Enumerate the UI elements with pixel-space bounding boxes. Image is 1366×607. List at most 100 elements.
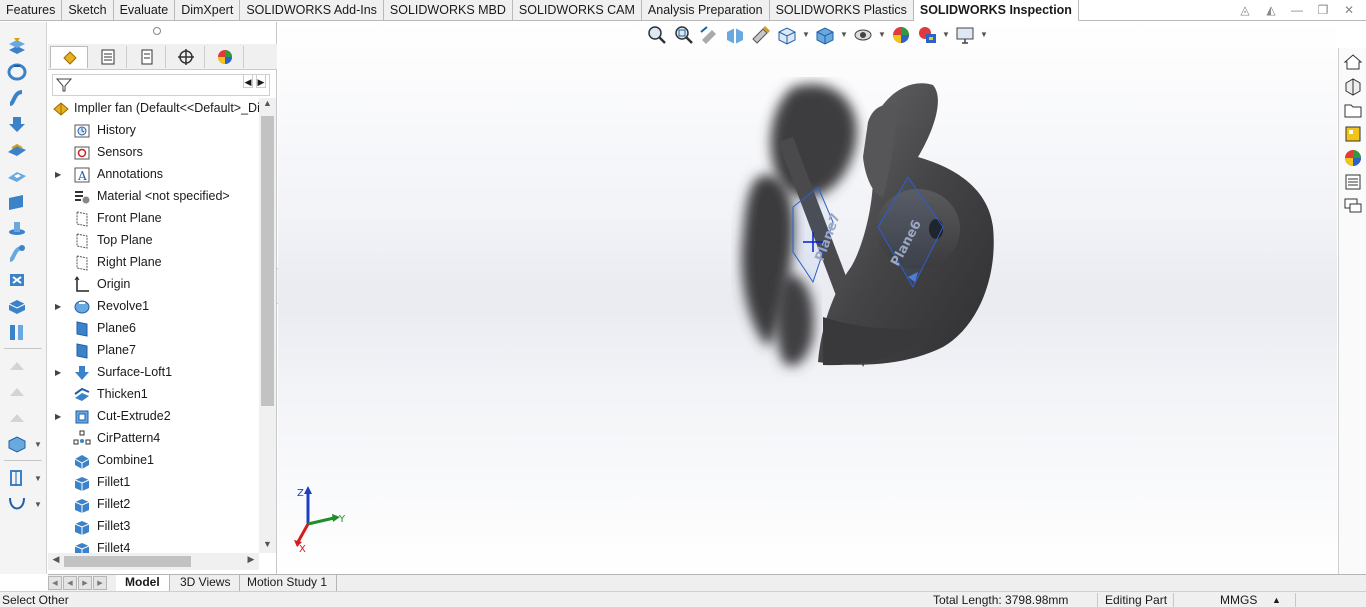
tree-item-surface-loft1[interactable]: ▶ Surface-Loft1 [48, 362, 259, 384]
previous-view-icon[interactable] [698, 24, 720, 46]
tab-solidworks-add-ins[interactable]: SOLIDWORKS Add-Ins [240, 0, 384, 21]
appearances-scenes-icon[interactable] [1343, 148, 1363, 168]
scroll-down-icon[interactable]: ▼ [259, 539, 276, 553]
shell-icon[interactable] [6, 434, 28, 454]
tab-dimxpert-manager[interactable] [167, 46, 205, 68]
scroll-thumb[interactable] [261, 116, 274, 406]
extruded-cut-icon[interactable] [6, 166, 28, 186]
tree-vertical-scrollbar[interactable]: ▲ ▼ [259, 98, 276, 553]
design-library-icon[interactable] [1343, 76, 1363, 96]
hide-show-dropdown-icon[interactable]: ▼ [878, 24, 886, 46]
unit-system[interactable]: MMGS [1220, 593, 1257, 607]
restore-left-icon[interactable]: ◬ [1236, 2, 1254, 18]
maximize-icon[interactable]: ❐ [1314, 2, 1332, 18]
tree-item-top-plane[interactable]: Top Plane [48, 230, 259, 252]
zoom-to-fit-icon[interactable] [646, 24, 668, 46]
view-settings-icon[interactable] [954, 24, 976, 46]
tab-dimxpert[interactable]: DimXpert [175, 0, 241, 21]
expand-arrow-icon[interactable]: ▶ [55, 368, 63, 378]
hole-wizard-icon[interactable] [6, 192, 28, 212]
tab-configuration-manager[interactable] [128, 46, 166, 68]
tree-item-right-plane[interactable]: Right Plane [48, 252, 259, 274]
view-orientation-dropdown-icon[interactable]: ▼ [802, 24, 810, 46]
view-settings-dropdown-icon[interactable]: ▼ [980, 24, 988, 46]
display-style-icon[interactable] [814, 24, 836, 46]
revolved-boss-icon[interactable] [6, 62, 28, 82]
tab-solidworks-plastics[interactable]: SOLIDWORKS Plastics [769, 0, 914, 21]
scroll-thumb-horizontal[interactable] [64, 556, 191, 567]
tree-item-combine1[interactable]: Combine1 [48, 450, 259, 472]
tab-solidworks-mbd[interactable]: SOLIDWORKS MBD [383, 0, 513, 21]
expand-arrow-icon[interactable]: ▶ [55, 302, 63, 312]
revolved-cut-icon[interactable] [6, 218, 28, 238]
tree-root-part[interactable]: Impller fan (Default<<Default>_Di [48, 98, 259, 120]
graphics-area[interactable]: ▼ ▼ ▼ ▼ ▼ Plane7 Plane6 Z Y X [278, 22, 1337, 574]
lofted-cut-icon[interactable] [6, 270, 28, 290]
first-tab-icon[interactable]: ◀ [48, 576, 62, 590]
custom-properties-icon[interactable] [1343, 172, 1363, 192]
extruded-boss-icon[interactable] [6, 36, 28, 56]
tab-solidworks-inspection[interactable]: SOLIDWORKS Inspection [913, 0, 1079, 21]
swept-cut-icon[interactable] [6, 244, 28, 264]
reference-geometry-icon[interactable] [6, 468, 28, 488]
boundary-cut-icon[interactable] [6, 296, 28, 316]
curves-icon[interactable] [6, 494, 28, 514]
unit-system-dropdown-icon[interactable]: ▲ [1272, 595, 1281, 605]
tree-item-origin[interactable]: Origin [48, 274, 259, 296]
tab-evaluate[interactable]: Evaluate [113, 0, 176, 21]
panel-grip-icon[interactable] [153, 27, 161, 35]
scroll-up-icon[interactable]: ▲ [259, 98, 276, 112]
view-palette-icon[interactable] [1343, 124, 1363, 144]
tree-item-fillet1[interactable]: Fillet1 [48, 472, 259, 494]
tree-item-fillet4[interactable]: Fillet4 [48, 538, 259, 553]
curves-dropdown-icon[interactable]: ▼ [34, 500, 42, 509]
tree-item-plane6[interactable]: Plane6 [48, 318, 259, 340]
last-tab-icon[interactable]: ▶ [93, 576, 107, 590]
swept-boss-icon[interactable] [6, 88, 28, 108]
reference-dropdown-icon[interactable]: ▼ [34, 474, 42, 483]
dynamic-annotation-icon[interactable] [750, 24, 772, 46]
rib-icon[interactable] [6, 322, 28, 342]
tree-item-material-not-specified[interactable]: Material <not specified> [48, 186, 259, 208]
edit-appearance-icon[interactable] [890, 24, 912, 46]
minimize-icon[interactable]: — [1288, 2, 1306, 18]
scroll-left-icon[interactable]: ◀ [49, 554, 63, 568]
expand-arrow-icon[interactable]: ▶ [55, 170, 63, 180]
lofted-boss-icon[interactable] [6, 114, 28, 134]
hide-show-items-icon[interactable] [852, 24, 874, 46]
boundary-boss-icon[interactable] [6, 140, 28, 160]
tree-item-plane7[interactable]: Plane7 [48, 340, 259, 362]
tab-analysis-preparation[interactable]: Analysis Preparation [641, 0, 770, 21]
next-tab-icon[interactable]: ▶ [78, 576, 92, 590]
tab-3d-views[interactable]: 3D Views [171, 575, 241, 592]
impeller-fan-model[interactable]: Plane7 Plane6 [723, 77, 1023, 397]
tree-item-front-plane[interactable]: Front Plane [48, 208, 259, 230]
tab-sketch[interactable]: Sketch [62, 0, 114, 21]
expand-arrow-icon[interactable]: ▶ [55, 412, 63, 422]
forum-icon[interactable] [1343, 196, 1363, 216]
file-explorer-icon[interactable] [1343, 100, 1363, 120]
display-style-dropdown-icon[interactable]: ▼ [840, 24, 848, 46]
solidworks-resources-icon[interactable] [1343, 52, 1363, 72]
view-orientation-icon[interactable] [776, 24, 798, 46]
filter-box[interactable] [52, 74, 270, 96]
tab-property-manager[interactable] [89, 46, 127, 68]
section-view-icon[interactable] [724, 24, 746, 46]
tree-horizontal-scrollbar[interactable]: ◀ ▶ [48, 553, 259, 570]
tree-item-cirpattern4[interactable]: CirPattern4 [48, 428, 259, 450]
tree-item-revolve1[interactable]: ▶ Revolve1 [48, 296, 259, 318]
tab-solidworks-cam[interactable]: SOLIDWORKS CAM [512, 0, 642, 21]
apply-scene-dropdown-icon[interactable]: ▼ [942, 24, 950, 46]
zoom-to-area-icon[interactable] [672, 24, 694, 46]
restore-right-icon[interactable]: ◭ [1262, 2, 1280, 18]
tab-model[interactable]: Model [116, 575, 170, 592]
tree-item-history[interactable]: History [48, 120, 259, 142]
tab-display-manager[interactable] [206, 46, 244, 68]
tree-item-fillet2[interactable]: Fillet2 [48, 494, 259, 516]
tab-features[interactable]: Features [0, 0, 63, 21]
tree-item-fillet3[interactable]: Fillet3 [48, 516, 259, 538]
apply-scene-icon[interactable] [916, 24, 938, 46]
tab-feature-manager[interactable] [50, 46, 88, 68]
close-icon[interactable]: ✕ [1340, 2, 1358, 18]
tree-item-annotations[interactable]: ▶ A Annotations [48, 164, 259, 186]
